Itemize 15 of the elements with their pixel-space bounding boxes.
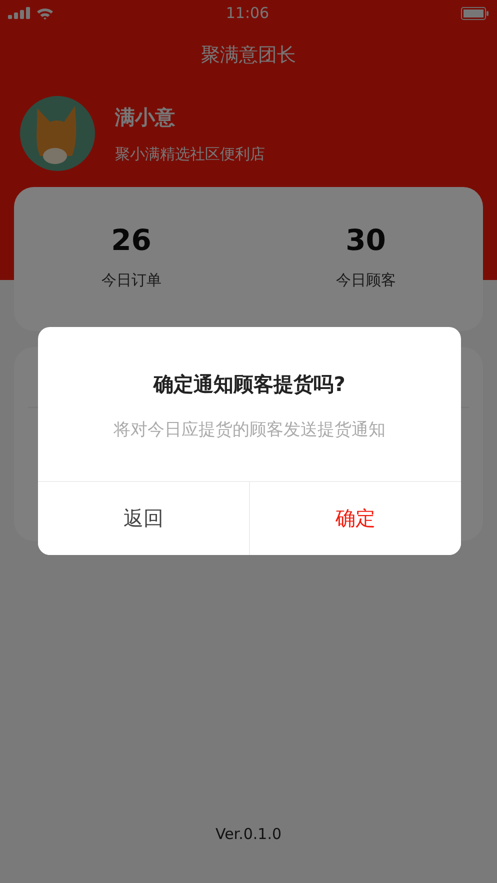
stat-value: 30 bbox=[346, 223, 386, 257]
confirm-button[interactable]: 确定 bbox=[249, 482, 461, 555]
dialog-message: 将对今日应提货的顾客发送提货通知 bbox=[112, 419, 386, 441]
battery-icon bbox=[460, 6, 489, 20]
signal-icon bbox=[8, 7, 30, 19]
stat-label: 今日订单 bbox=[101, 271, 162, 290]
status-time: 11:06 bbox=[226, 4, 270, 22]
version-text: Ver.0.1.0 bbox=[214, 825, 283, 843]
wifi-icon bbox=[36, 6, 54, 20]
user-name: 满小意 bbox=[115, 104, 176, 130]
store-name: 聚小满精选社区便利店 bbox=[115, 144, 265, 164]
stat-label: 今日顾客 bbox=[336, 271, 396, 290]
dialog-title: 确定通知顾客提货吗? bbox=[152, 371, 346, 398]
stat-value: 26 bbox=[111, 223, 152, 257]
page-title: 聚满意团长 bbox=[200, 43, 297, 68]
